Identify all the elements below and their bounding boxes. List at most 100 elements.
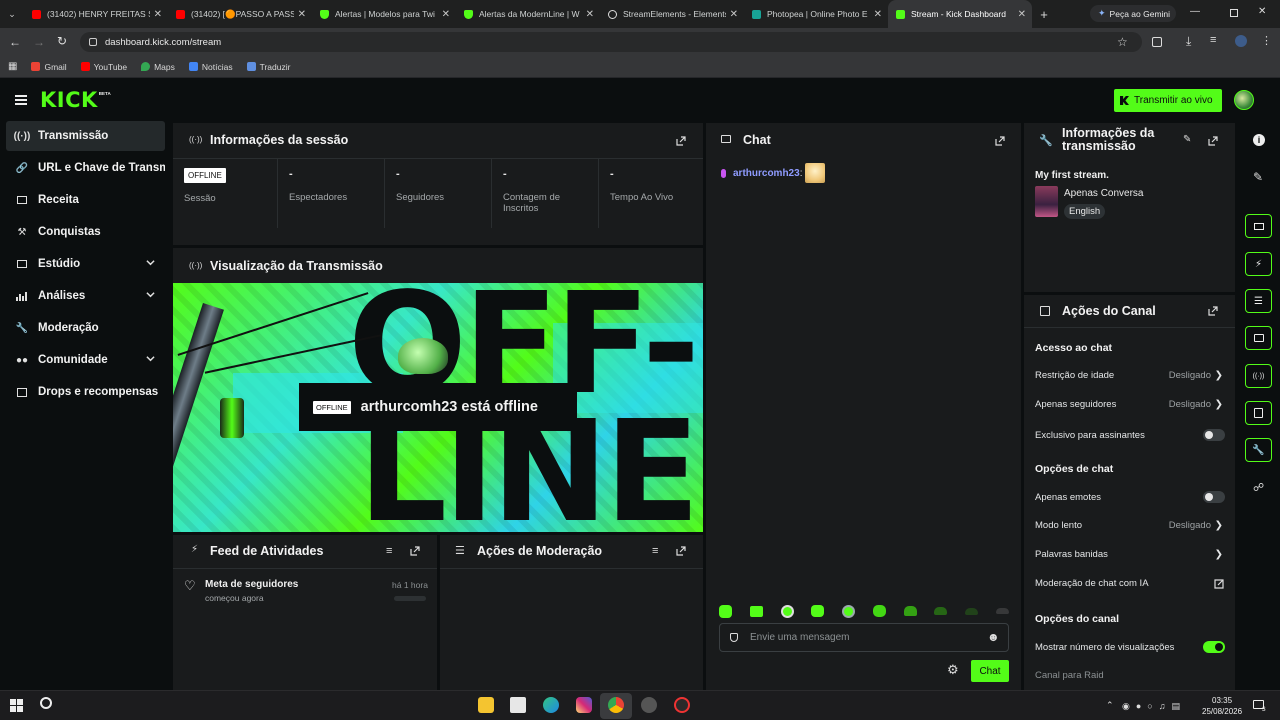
emote-icon[interactable] — [965, 607, 979, 615]
gemini-button[interactable]: ✦ Peça ao Gemini — [1090, 5, 1176, 22]
obs-icon[interactable] — [641, 697, 657, 713]
window-close-button[interactable]: ✕ — [1258, 6, 1266, 17]
hamburger-menu-icon[interactable] — [15, 95, 27, 105]
address-bar[interactable] — [80, 32, 1142, 52]
windows-start-icon[interactable] — [10, 699, 23, 712]
rail-button-video[interactable] — [1245, 214, 1272, 238]
forward-button[interactable]: → — [33, 35, 45, 49]
popout-icon[interactable] — [676, 136, 686, 146]
store-icon[interactable] — [510, 697, 526, 713]
sidebar-item-stream-key[interactable]: 🔗 URL e Chave de Transmissão — [6, 153, 165, 183]
browser-tab[interactable]: (31402) [🟠PASSO A PASSO ✕ — [168, 0, 312, 28]
profile-avatar[interactable] — [1235, 35, 1247, 47]
new-tab-button[interactable]: + — [1032, 7, 1056, 22]
close-icon[interactable]: ✕ — [1018, 9, 1026, 20]
close-icon[interactable]: ✕ — [874, 9, 882, 20]
emote-icon[interactable] — [872, 605, 886, 617]
sidebar-item-comunidade[interactable]: ●● Comunidade — [6, 345, 165, 375]
popout-icon[interactable] — [410, 546, 420, 556]
info-icon[interactable]: i — [1253, 134, 1265, 146]
tab-search-button[interactable]: ⌄ — [0, 0, 24, 28]
download-icon[interactable]: ⤓ — [1186, 34, 1191, 49]
close-icon[interactable]: ✕ — [586, 9, 594, 20]
chrome-icon[interactable] — [608, 697, 624, 713]
browser-tab[interactable]: Alertas | Modelos para Twi ✕ — [312, 0, 456, 28]
search-icon[interactable] — [40, 697, 52, 709]
rail-button-channel[interactable] — [1245, 401, 1272, 425]
star-icon[interactable]: ☆ — [1117, 35, 1128, 49]
close-icon[interactable]: ✕ — [154, 9, 162, 20]
minimize-button[interactable]: — — [1190, 6, 1200, 17]
popout-icon[interactable] — [1208, 136, 1218, 146]
rail-button-chat[interactable] — [1245, 326, 1272, 350]
sidebar-item-analises[interactable]: Análises — [6, 281, 165, 311]
rail-button-wrench[interactable]: 🔧 — [1245, 438, 1272, 462]
sidebar-item-conquistas[interactable]: ⚒ Conquistas — [6, 217, 165, 247]
age-restriction-setting[interactable]: Restrição de idade Desligado ❯ — [1035, 370, 1225, 381]
edge-icon[interactable] — [543, 697, 559, 713]
followers-only-setting[interactable]: Apenas seguidores Desligado ❯ — [1035, 399, 1225, 410]
sidebar-item-drops[interactable]: Drops e recompensas — [6, 377, 165, 407]
show-views-toggle[interactable] — [1203, 641, 1225, 653]
apps-icon[interactable]: ▦ — [8, 61, 17, 72]
reload-button[interactable]: ↻ — [57, 34, 67, 48]
emotes-only-toggle[interactable] — [1203, 491, 1225, 503]
raid-channel-setting[interactable]: Canal para Raid — [1035, 670, 1225, 681]
instagram-icon[interactable] — [576, 697, 592, 713]
go-live-button[interactable]: Transmitir ao vivo — [1114, 89, 1222, 112]
sidebar-item-estudio[interactable]: Estúdio — [6, 249, 165, 279]
emote-icon[interactable] — [719, 604, 732, 618]
browser-tab-active[interactable]: Stream - Kick Dashboard ✕ — [888, 0, 1032, 28]
rail-button-list[interactable]: ☰ — [1245, 289, 1272, 313]
popout-icon[interactable] — [1208, 306, 1218, 316]
filter-icon[interactable]: ≡ — [386, 545, 392, 557]
media-icon[interactable]: ≡ — [1210, 34, 1216, 46]
emote-icon[interactable] — [842, 604, 856, 618]
emoji-icon[interactable]: ☻ — [987, 630, 1000, 644]
chat-username[interactable]: arthurcomh23 — [733, 168, 800, 179]
bookmark-gmail[interactable]: Gmail — [31, 62, 67, 72]
filter-icon[interactable]: ≡ — [652, 545, 658, 557]
close-icon[interactable]: ✕ — [442, 9, 450, 20]
back-button[interactable]: ← — [9, 35, 21, 49]
url-text[interactable]: dashboard.kick.com/stream — [105, 37, 221, 48]
rail-button-broadcast[interactable]: ((·)) — [1245, 364, 1272, 388]
sidebar-item-moderacao[interactable]: 🔧 Moderação — [6, 313, 165, 343]
tray-chevron-icon[interactable]: ⌃ — [1106, 700, 1114, 711]
bookmark-news[interactable]: Notícias — [188, 62, 233, 72]
browser-tab[interactable]: StreamElements - Elements ✕ — [600, 0, 744, 28]
banned-words-setting[interactable]: Palavras banidas ❯ — [1035, 549, 1225, 560]
popout-icon[interactable] — [676, 546, 686, 556]
bookmark-youtube[interactable]: YouTube — [80, 62, 127, 72]
subscribers-only-toggle[interactable] — [1203, 429, 1225, 441]
emote-icon[interactable] — [780, 604, 794, 618]
tray-icons[interactable]: ◉●○♫▤ — [1122, 701, 1186, 712]
sidebar-item-transmissao[interactable]: ((·)) Transmissão — [6, 121, 165, 151]
ai-moderation-setting[interactable]: Moderação de chat com IA — [1035, 578, 1225, 589]
chat-send-button[interactable]: Chat — [971, 660, 1009, 682]
emote-icon[interactable] — [903, 606, 917, 616]
emote-icon[interactable] — [934, 607, 948, 615]
restore-button[interactable] — [1230, 9, 1238, 17]
menu-icon[interactable]: ⋮ — [1261, 34, 1272, 47]
app-icon[interactable] — [674, 697, 690, 713]
user-avatar[interactable] — [1234, 90, 1254, 110]
file-explorer-icon[interactable] — [478, 697, 494, 713]
browser-tab[interactable]: (31402) HENRY FREITAS SE ✕ — [24, 0, 168, 28]
browser-tab[interactable]: Alertas da ModernLine | W ✕ — [456, 0, 600, 28]
rail-button-lightning[interactable]: ⚡︎ — [1245, 252, 1272, 276]
pencil-icon[interactable]: ✎ — [1253, 170, 1263, 184]
kick-logo[interactable]: KICK BETA — [40, 88, 111, 112]
clock-time[interactable]: 03:35 — [1212, 696, 1232, 705]
pencil-icon[interactable]: ✎ — [1183, 134, 1191, 145]
category-name[interactable]: Apenas Conversa — [1064, 188, 1144, 199]
gear-icon[interactable]: ⚙ — [947, 662, 959, 678]
site-info-icon[interactable] — [89, 38, 97, 46]
close-icon[interactable]: ✕ — [730, 9, 738, 20]
slow-mode-setting[interactable]: Modo lento Desligado ❯ — [1035, 520, 1225, 531]
bookmark-translate[interactable]: Traduzir — [246, 62, 290, 72]
close-icon[interactable]: ✕ — [298, 9, 306, 20]
bookmark-maps[interactable]: Maps — [141, 62, 175, 72]
extensions-icon[interactable] — [1152, 37, 1162, 47]
sidebar-item-receita[interactable]: Receita — [6, 185, 165, 215]
